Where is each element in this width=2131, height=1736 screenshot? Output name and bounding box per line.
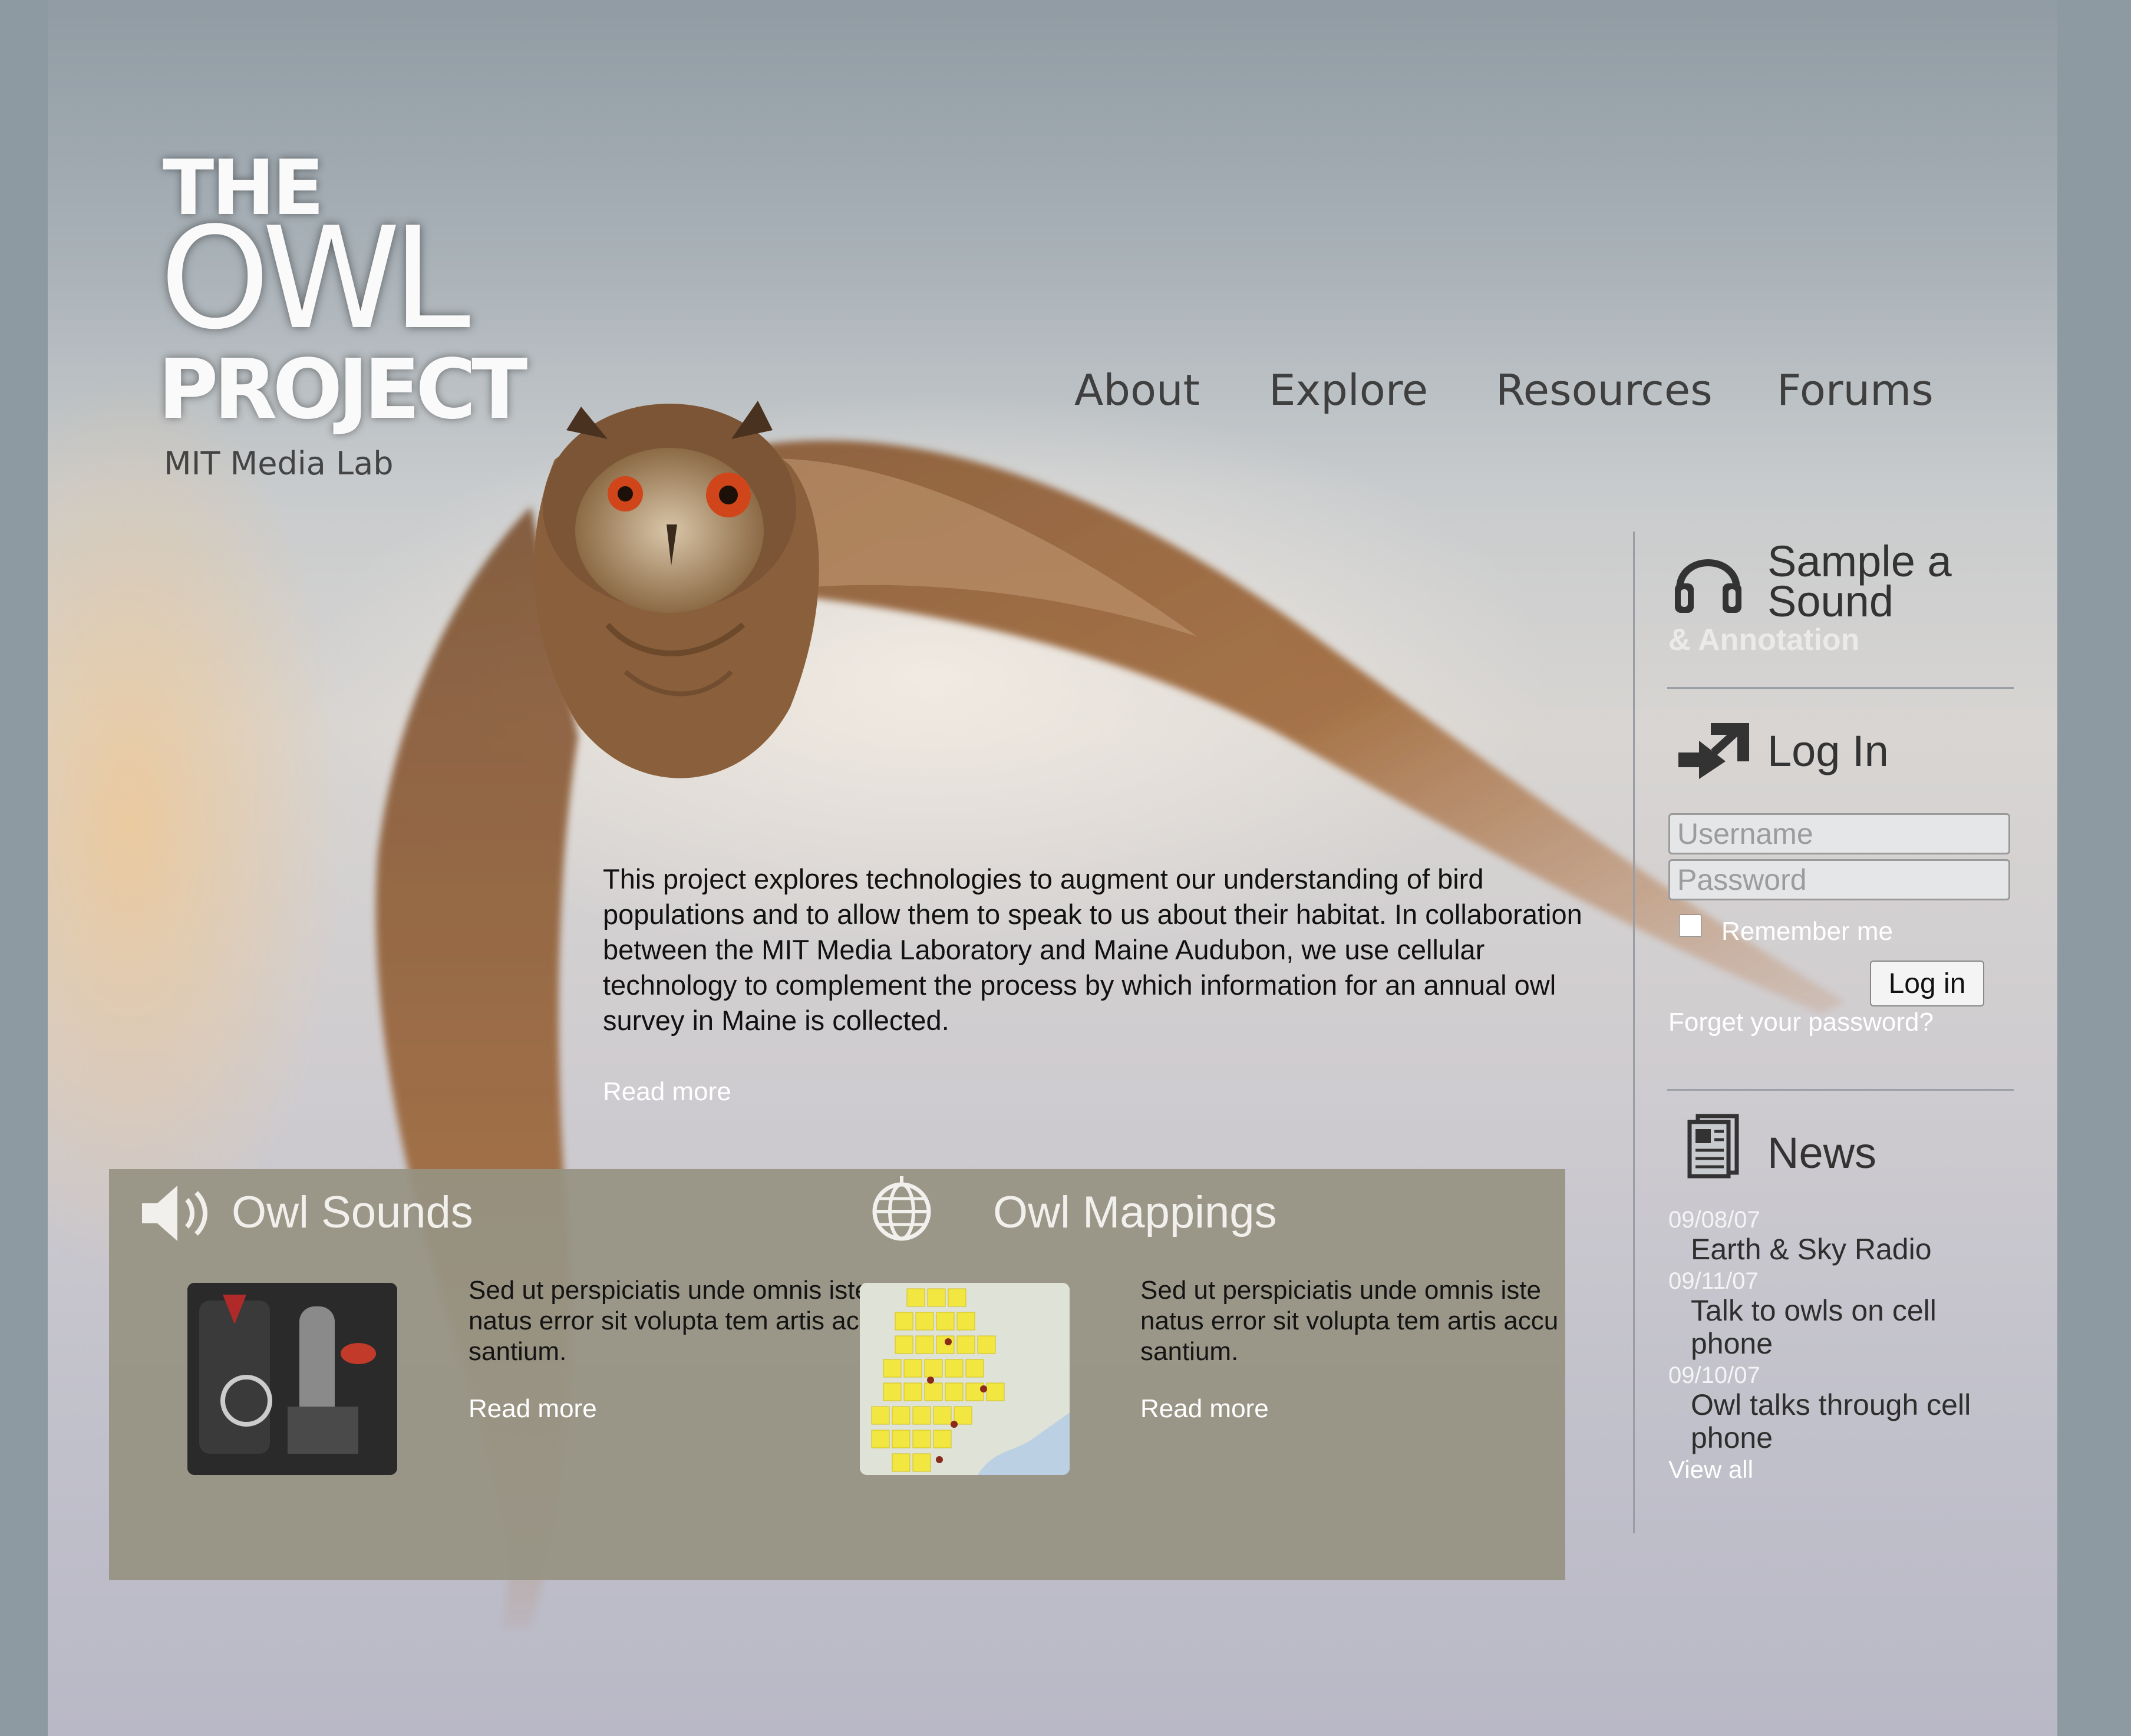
intro-text: This project explores technologies to au… (603, 863, 1582, 1036)
site-logo[interactable]: THE OWL PROJECT MIT Media Lab (110, 138, 527, 492)
sidebar-rule (1667, 687, 2014, 689)
remember-me-label[interactable]: Remember me (1721, 917, 1893, 946)
sidebar-rule (1667, 1089, 2014, 1091)
news-view-all-link[interactable]: View all (1668, 1456, 1753, 1484)
newspaper-icon (1687, 1114, 1739, 1179)
nav-explore[interactable]: Explore (1269, 365, 1428, 415)
owl-sounds-title: Owl Sounds (232, 1187, 473, 1237)
news-date: 09/08/07 (1668, 1207, 1760, 1233)
features-panel: Owl Sounds Sed ut perspiciatis unde omni… (109, 1169, 1565, 1580)
news-date: 09/11/07 (1668, 1268, 1759, 1294)
sidebar-divider (1633, 532, 1635, 1533)
sample-sound-title-line2[interactable]: Sound (1767, 580, 1894, 623)
owl-mappings-thumbnail[interactable] (860, 1283, 1070, 1475)
nav-forums[interactable]: Forums (1777, 365, 1934, 415)
sample-sound-title-line1[interactable]: Sample a (1767, 540, 1952, 583)
news-item-link[interactable]: Earth & Sky Radio (1691, 1233, 2009, 1266)
page: THE OWL PROJECT MIT Media Lab About Expl… (48, 0, 2057, 1736)
login-arrow-icon (1678, 723, 1749, 779)
nav-about[interactable]: About (1074, 365, 1200, 415)
owl-mappings-read-more-link[interactable]: Read more (1140, 1394, 1269, 1424)
headphones-icon (1675, 559, 1741, 613)
intro-read-more-link[interactable]: Read more (603, 1077, 731, 1107)
logo-subtitle: MIT Media Lab (164, 445, 394, 482)
news-title: News (1767, 1128, 1877, 1177)
login-button[interactable]: Log in (1870, 961, 1984, 1006)
nav-resources[interactable]: Resources (1496, 365, 1713, 415)
owl-sounds-read-more-link[interactable]: Read more (469, 1394, 597, 1424)
sample-sound-subtitle: & Annotation (1668, 623, 1860, 657)
speaker-icon (142, 1186, 207, 1241)
news-item-link[interactable]: Owl talks through cell phone (1691, 1388, 2009, 1454)
owl-mappings-description: Sed ut perspiciatis unde omnis iste natu… (1140, 1276, 1559, 1366)
news-item-link[interactable]: Talk to owls on cell phone (1691, 1294, 2009, 1360)
owl-sounds-thumbnail[interactable] (187, 1283, 397, 1475)
owl-sounds-description: Sed ut perspiciatis unde omnis iste natu… (469, 1276, 887, 1366)
logo-owl: OWL (160, 197, 470, 361)
username-input[interactable] (1668, 813, 2010, 854)
login-title: Log In (1767, 727, 1889, 775)
globe-icon (872, 1176, 931, 1241)
remember-me-checkbox[interactable] (1679, 915, 1701, 937)
password-input[interactable] (1668, 859, 2010, 900)
main-nav: About Explore Resources Forums (48, 365, 2057, 436)
forgot-password-link[interactable]: Forget your password? (1668, 1008, 1934, 1037)
news-date: 09/10/07 (1668, 1362, 1760, 1388)
owl-mappings-title: Owl Mappings (993, 1187, 1277, 1237)
